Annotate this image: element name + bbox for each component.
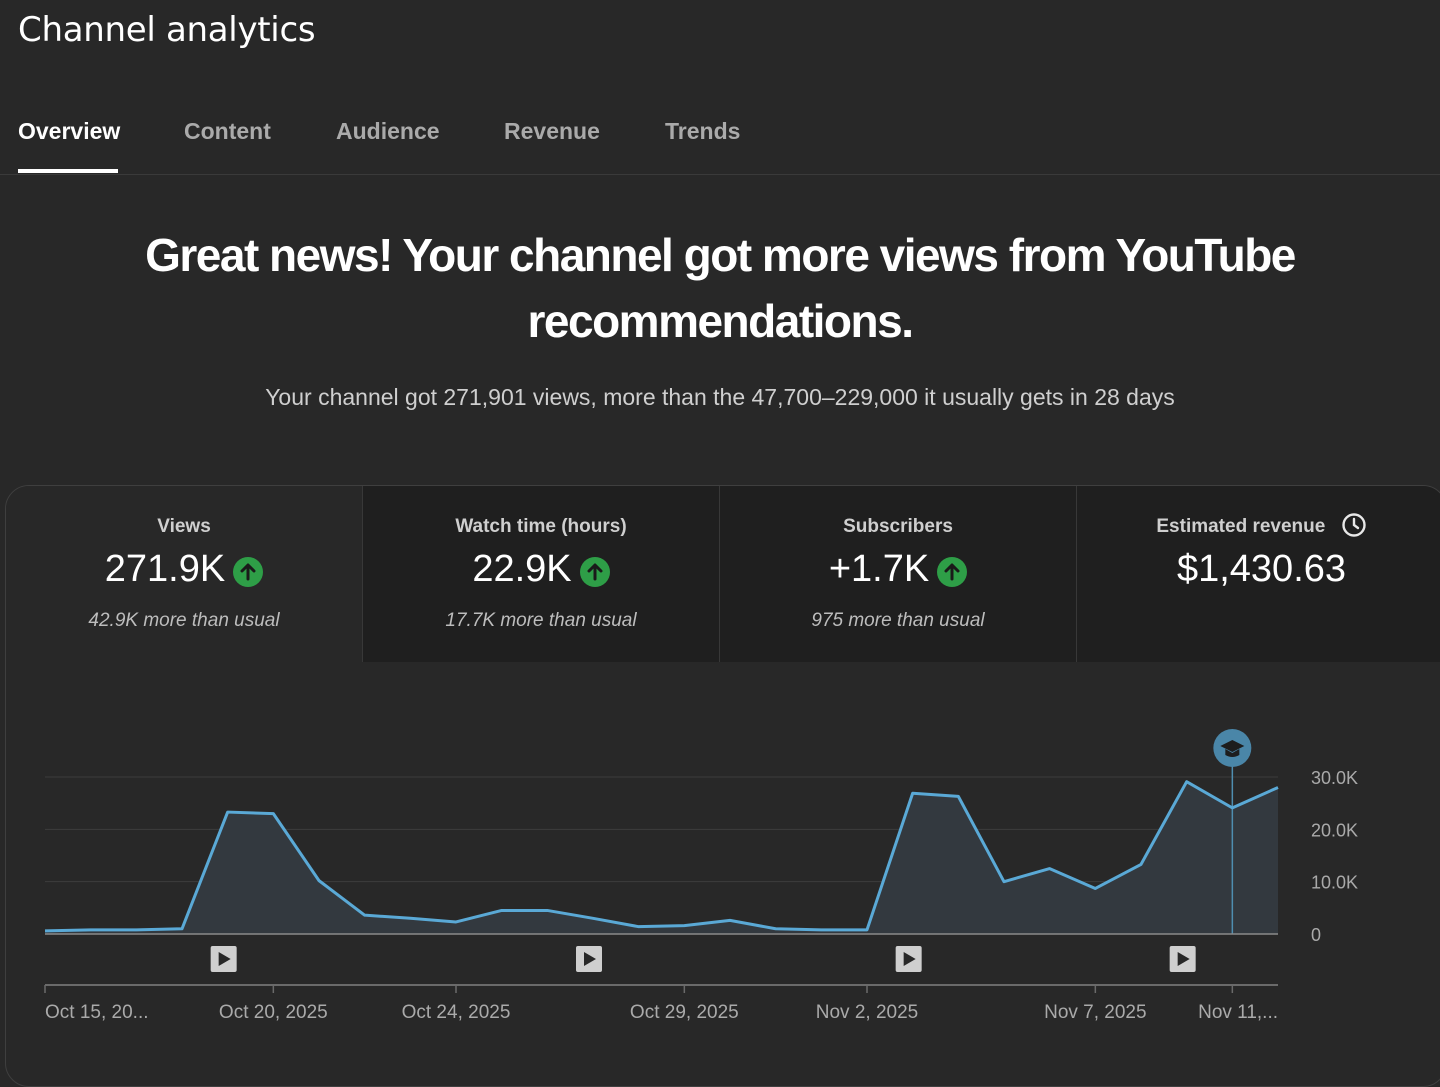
graduation-cap-icon[interactable] <box>1213 729 1252 767</box>
x-tick-label: Nov 11,... <box>1198 1002 1278 1023</box>
y-tick-label: 0 <box>1311 925 1321 945</box>
y-tick-label: 10.0K <box>1311 873 1358 893</box>
play-icon[interactable] <box>1169 946 1196 972</box>
x-tick-label: Oct 15, 20... <box>45 1002 149 1023</box>
chart-area: 30.0K 20.0K 10.0K 0 Oct 15, 20... Oct 20, 202… <box>0 0 1440 1044</box>
y-tick-label: 20.0K <box>1311 820 1358 840</box>
x-tick-label: Nov 2, 2025 <box>816 1002 918 1023</box>
y-tick-label: 30.0K <box>1311 768 1358 788</box>
play-icon[interactable] <box>895 946 922 972</box>
x-tick-label: Oct 24, 2025 <box>402 1002 511 1023</box>
x-tick-label: Nov 7, 2025 <box>1044 1002 1146 1023</box>
play-icon[interactable] <box>576 946 602 972</box>
views-chart[interactable]: 30.0K 20.0K 10.0K 0 Oct 15, 20... Oct 20, 202… <box>0 0 1440 1044</box>
play-icon[interactable] <box>210 946 237 972</box>
x-tick-label: Oct 29, 2025 <box>630 1002 739 1023</box>
x-tick-label: Oct 20, 2025 <box>219 1002 328 1023</box>
area-fill <box>45 781 1278 934</box>
